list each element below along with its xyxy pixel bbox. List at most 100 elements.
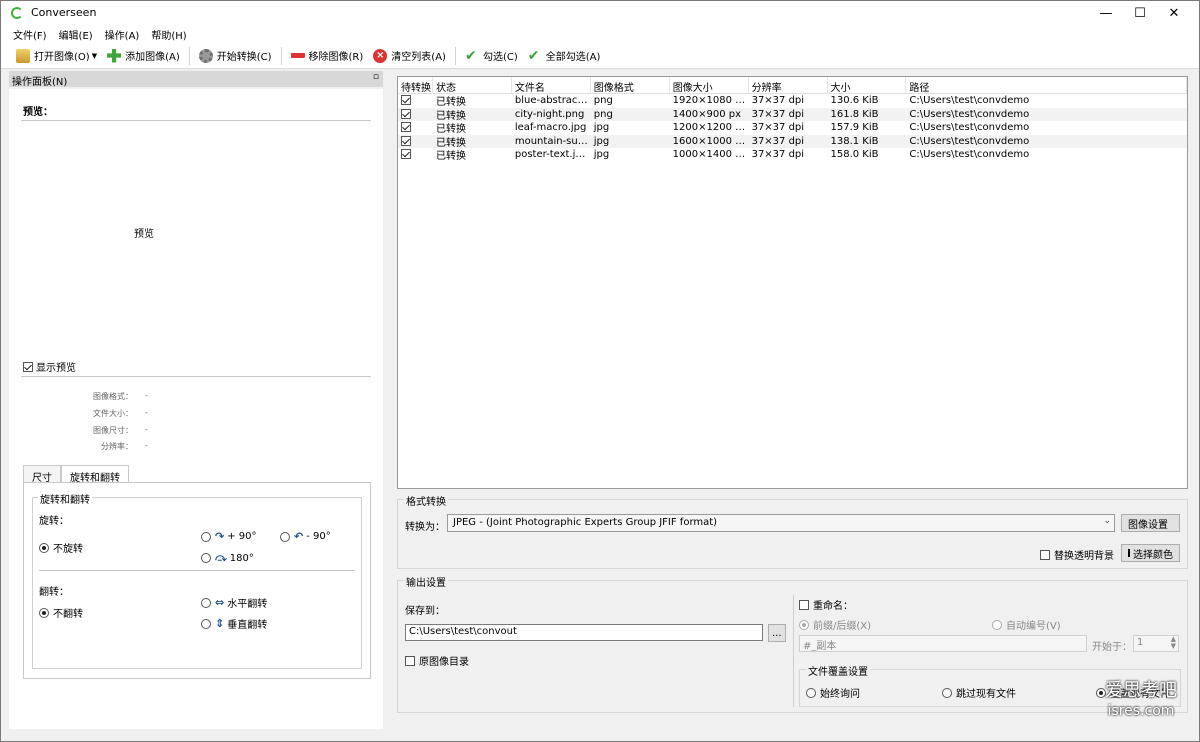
rotate-minus90-radio[interactable]: ↶ - 90° (280, 530, 331, 543)
radio-icon[interactable] (201, 618, 211, 629)
column-header[interactable]: 待转换 (398, 77, 433, 93)
row-checkbox[interactable] (401, 122, 411, 133)
checkbox-icon[interactable] (405, 655, 415, 666)
image-list-table[interactable]: 待转换 状态 文件名 图像格式 图像大小 分辨率 大小 路径 已转换 blue-… (397, 76, 1188, 489)
cell-format: jpg (593, 149, 610, 161)
show-preview-checkbox[interactable]: 显示预览 (23, 359, 76, 374)
replace-transparent-checkbox[interactable]: 替换透明背景 (1040, 547, 1114, 562)
radio-icon[interactable] (201, 553, 211, 563)
auto-number-radio[interactable]: 自动编号(V) (992, 617, 1061, 632)
checkbox-icon[interactable] (1040, 549, 1050, 560)
add-images-button[interactable]: 添加图像(A) (102, 45, 185, 67)
dropdown-caret-icon[interactable]: ▼ (92, 52, 97, 60)
choose-color-button[interactable]: 选择颜色 (1121, 544, 1180, 562)
menu-file[interactable]: 文件(F) (7, 25, 53, 43)
radio-icon[interactable] (201, 597, 211, 608)
remove-image-button[interactable]: 移除图像(R) (286, 45, 369, 67)
start-at-spinbox[interactable]: 1 ▲ ▼ (1133, 635, 1179, 652)
rotate-180-radio[interactable]: ⤼ 180° (201, 551, 254, 565)
table-row[interactable]: 已转换 blue-abstract.... png 1920×1080 px 3… (398, 94, 1187, 108)
cell-path: C:\Users\test\convdemo (909, 122, 1030, 134)
row-checkbox[interactable] (401, 135, 411, 146)
no-rotate-radio[interactable]: 不旋转 (39, 540, 83, 555)
minimize-button[interactable]: — (1089, 1, 1123, 25)
table-row[interactable]: 已转换 mountain-sun.... jpg 1600×1000 px 37… (398, 134, 1187, 149)
clear-list-button[interactable]: × 清空列表(A) (368, 45, 451, 67)
row-checkbox[interactable] (401, 149, 411, 160)
radio-icon[interactable] (201, 531, 211, 542)
panel-header: 操作面板(N) ▫ (9, 71, 383, 88)
rename-checkbox[interactable]: 重命名： (799, 597, 853, 612)
radio-icon[interactable] (39, 542, 49, 553)
cell-path: C:\Users\test\convdemo (909, 149, 1030, 161)
skip-existing-radio[interactable]: 跳过现有文件 (942, 685, 1016, 700)
gear-icon (198, 48, 213, 63)
column-header[interactable]: 分辨率 (749, 77, 828, 93)
info-resolution: 分辨率： - (101, 441, 148, 451)
cell-filename: poster-text.jpg (514, 149, 589, 161)
column-header[interactable]: 图像大小 (670, 77, 749, 93)
radio-icon[interactable] (942, 687, 952, 698)
flip-vertical-radio[interactable]: ⇕ 垂直翻转 (201, 616, 267, 631)
cell-resolution: 37×37 dpi (751, 135, 805, 147)
menu-actions[interactable]: 操作(A) (99, 25, 146, 43)
folder-open-icon (16, 48, 30, 63)
row-checkbox[interactable] (401, 108, 411, 119)
cell-path: C:\Users\test\convdemo (909, 108, 1030, 120)
close-button[interactable]: ✕ (1157, 1, 1191, 25)
table-row[interactable]: 已转换 leaf-macro.jpg jpg 1200×1200 px 37×3… (398, 121, 1187, 135)
flip-horizontal-icon: ⇔ (215, 596, 225, 609)
rename-pattern-input[interactable]: #_副本 (799, 635, 1087, 652)
column-header[interactable]: 大小 (828, 77, 907, 93)
radio-icon[interactable] (39, 607, 49, 618)
overwrite-section-title: 文件覆盖设置 (806, 663, 870, 678)
row-checkbox[interactable] (401, 95, 411, 106)
cell-size: 158.0 KiB (830, 149, 879, 161)
image-settings-button[interactable]: 图像设置 (1121, 514, 1180, 532)
table-row[interactable]: 已转换 poster-text.jpg jpg 1000×1400 px 37×… (398, 148, 1187, 162)
always-ask-radio[interactable]: 始终询问 (806, 685, 860, 700)
start-convert-button[interactable]: 开始转换(C) (194, 45, 277, 67)
cell-resolution: 37×37 dpi (751, 149, 805, 161)
radio-icon[interactable] (799, 619, 809, 630)
app-window: Converseen — ☐ ✕ 文件(F) 编辑(E) 操作(A) 帮助(H)… (0, 0, 1200, 742)
float-panel-icon[interactable]: ▫ (373, 72, 379, 82)
check-button[interactable]: ✔ 勾选(C) (460, 45, 523, 67)
rotation-label: 旋转： (39, 516, 69, 527)
radio-icon[interactable] (280, 531, 290, 542)
rotate-flip-group: 旋转和翻转 旋转： 不旋转 ↷ + 90° ↶ - 90° ⤼ 180° 翻转：… (32, 491, 362, 669)
radio-icon[interactable] (992, 619, 1002, 630)
column-header[interactable]: 图像格式 (591, 77, 670, 93)
group-title: 旋转和翻转 (38, 491, 92, 506)
format-select[interactable]: JPEG - (Joint Photographic Experts Group… (447, 514, 1115, 532)
toolbar: 打开图像(O) ▼ 添加图像(A) 开始转换(C) 移除图像(R) × 清空列表… (1, 43, 1199, 69)
checkmark-icon: ✔ (464, 47, 477, 64)
open-images-button[interactable]: 打开图像(O) ▼ (11, 45, 102, 67)
checkbox-icon[interactable] (23, 361, 33, 372)
check-all-button[interactable]: ✔ 全部勾选(A) (523, 45, 606, 67)
menu-edit[interactable]: 编辑(E) (53, 25, 99, 43)
output-path-input[interactable]: C:\Users\test\convout (405, 624, 763, 641)
rotate-180-icon: ⤼ (215, 551, 227, 564)
original-dir-checkbox[interactable]: 原图像目录 (405, 653, 469, 668)
chevron-down-icon: ⌄ (1103, 516, 1111, 526)
format-section-title: 格式转换 (404, 493, 448, 508)
checkbox-icon[interactable] (799, 599, 809, 610)
rotate-plus90-radio[interactable]: ↷ + 90° (201, 530, 257, 543)
column-header[interactable]: 状态 (433, 77, 512, 93)
spin-arrows-icon[interactable]: ▲ ▼ (1171, 636, 1176, 650)
browse-button[interactable]: ... (768, 624, 786, 642)
no-flip-radio[interactable]: 不翻转 (39, 605, 83, 620)
column-header[interactable]: 路径 (906, 77, 1188, 93)
table-row[interactable]: 已转换 city-night.png png 1400×900 px 37×37… (398, 107, 1187, 122)
menu-help[interactable]: 帮助(H) (145, 25, 192, 43)
flip-horizontal-radio[interactable]: ⇔ 水平翻转 (201, 595, 267, 610)
cell-status: 已转换 (435, 151, 466, 163)
cell-path: C:\Users\test\convdemo (909, 135, 1030, 147)
prefix-suffix-radio[interactable]: 前缀/后缀(X) (799, 617, 871, 632)
radio-icon[interactable] (806, 687, 816, 698)
maximize-button[interactable]: ☐ (1123, 1, 1157, 25)
cell-filename: leaf-macro.jpg (514, 122, 587, 134)
column-header[interactable]: 文件名 (512, 77, 591, 93)
info-dimensions: 图像尺寸： - (93, 425, 148, 435)
